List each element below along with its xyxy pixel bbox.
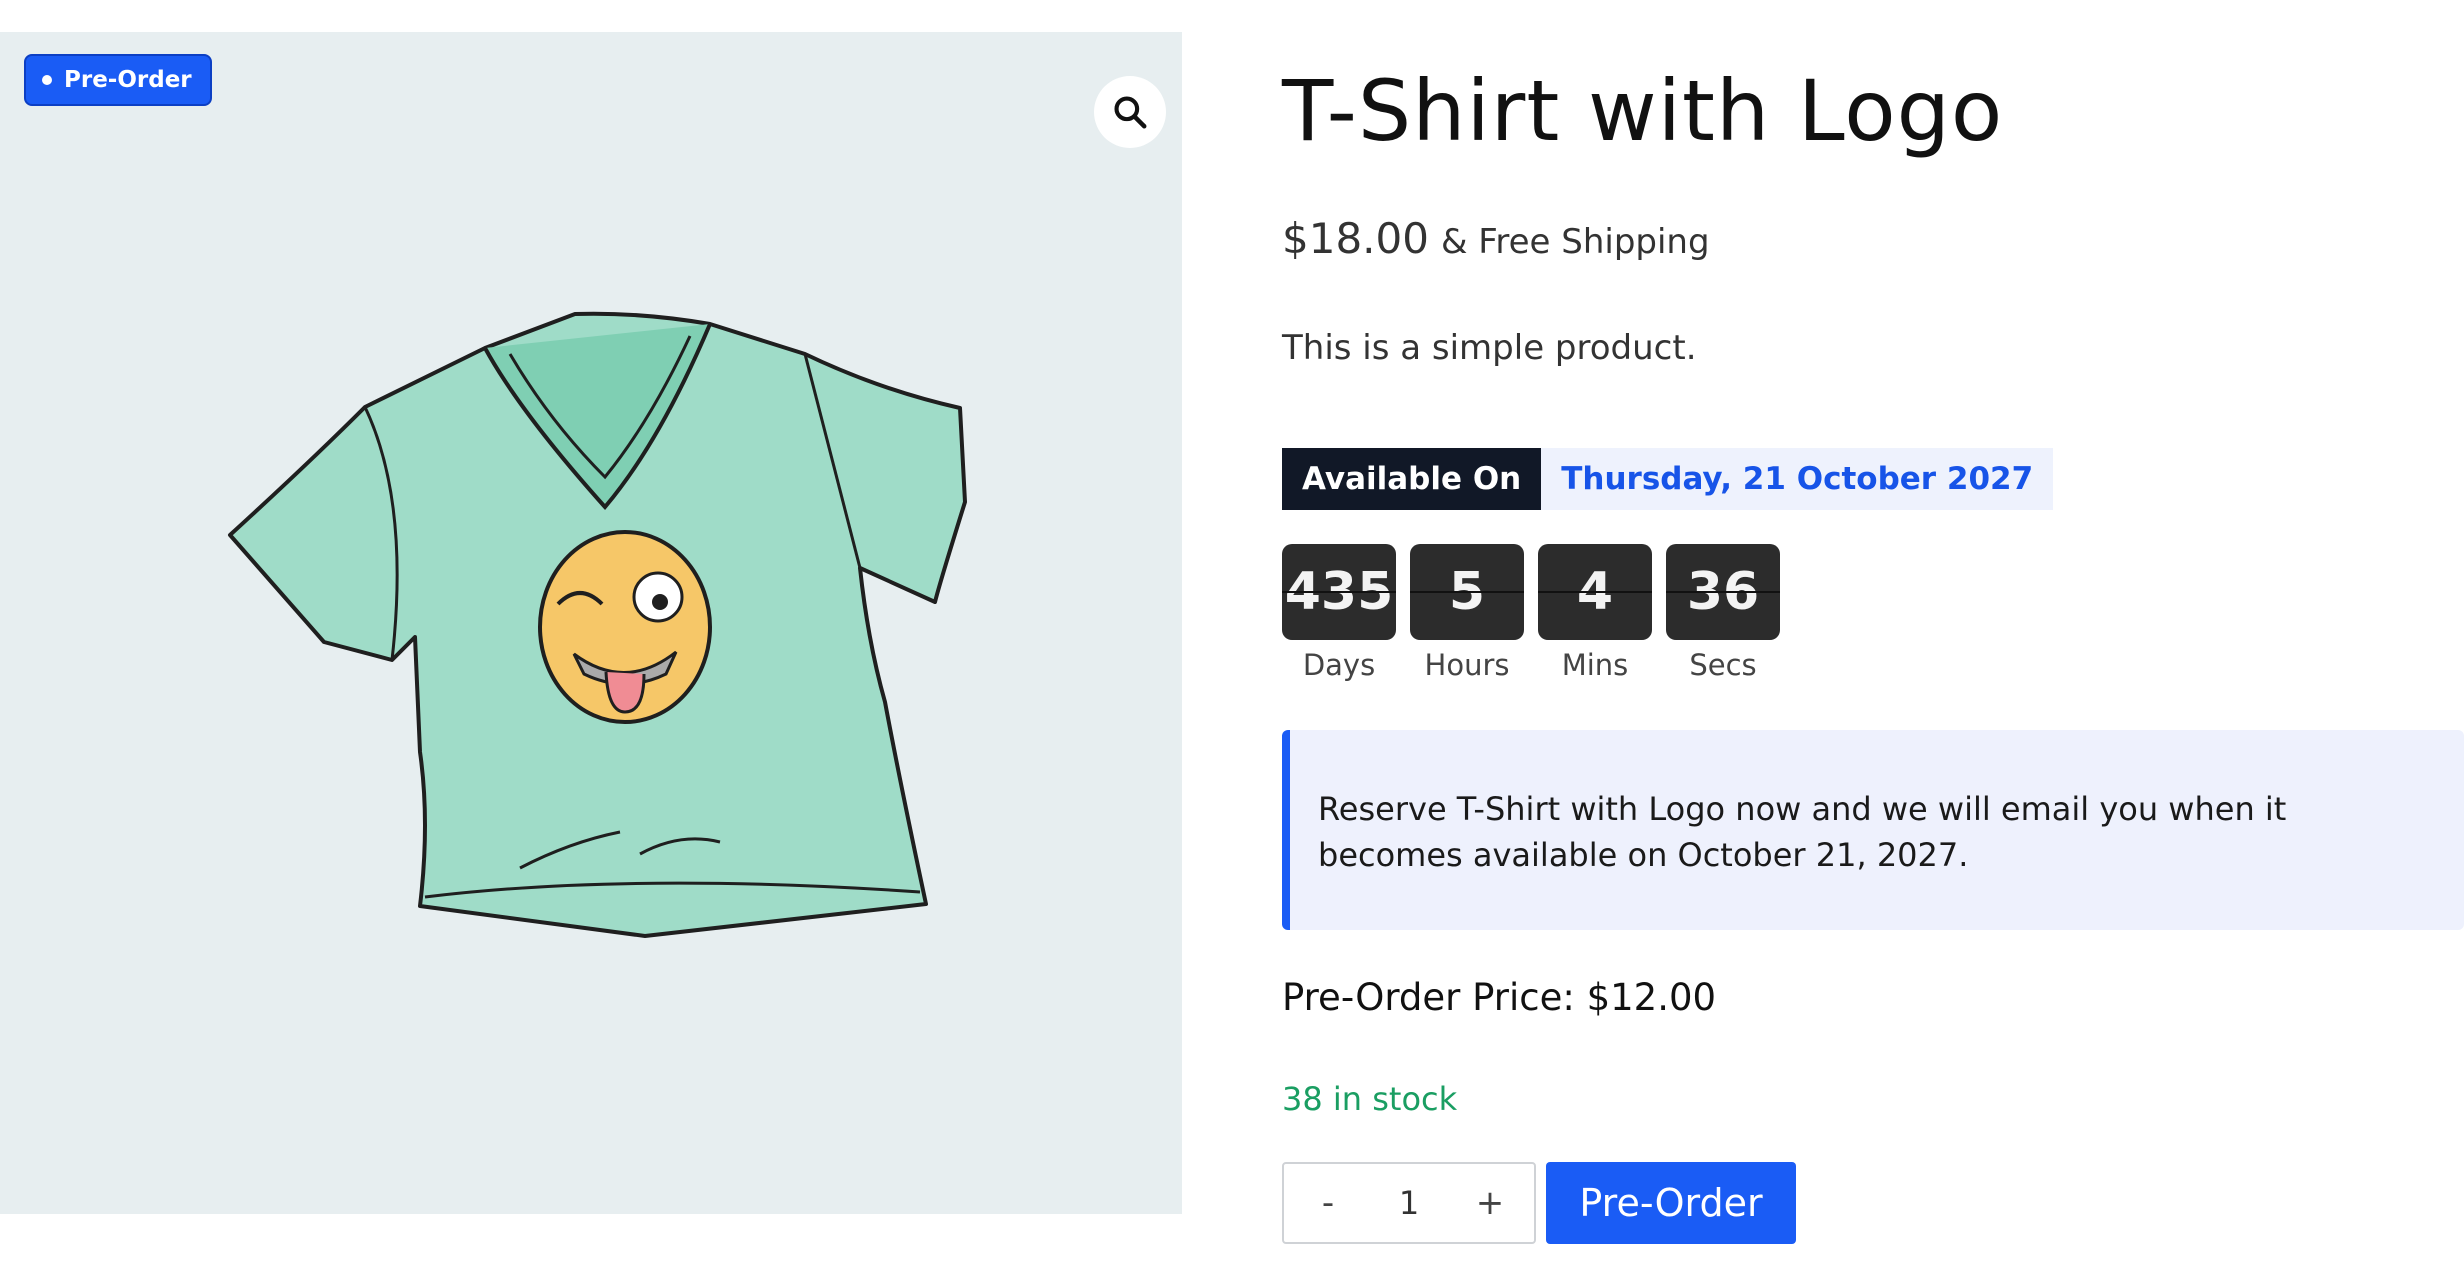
availability-date: Thursday, 21 October 2027 — [1541, 448, 2054, 510]
countdown-mins: 4 Mins — [1538, 544, 1652, 682]
product-description: This is a simple product. — [1282, 328, 1697, 368]
availability-banner: Available On Thursday, 21 October 2027 — [1282, 448, 2054, 510]
quantity-decrease-button[interactable]: - — [1308, 1183, 1348, 1223]
add-to-cart-form: - 1 + Pre-Order — [1282, 1162, 1796, 1244]
countdown-secs-value: 36 — [1666, 544, 1780, 640]
countdown-days-label: Days — [1302, 648, 1376, 682]
countdown-secs: 36 Secs — [1666, 544, 1780, 682]
product-price: $18.00 — [1282, 214, 1429, 263]
preorder-price: Pre-Order Price: $12.00 — [1282, 976, 1717, 1019]
product-image — [228, 311, 967, 938]
countdown-hours: 5 Hours — [1410, 544, 1524, 682]
product-gallery: Pre-Order — [0, 32, 1182, 1214]
countdown-days: 435 Days — [1282, 544, 1396, 682]
quantity-input[interactable]: 1 — [1379, 1184, 1439, 1222]
quantity-stepper: - 1 + — [1282, 1162, 1536, 1244]
price-row: $18.00 & Free Shipping — [1282, 214, 1710, 263]
countdown-mins-value: 4 — [1538, 544, 1652, 640]
preorder-button[interactable]: Pre-Order — [1546, 1162, 1796, 1244]
preorder-badge: Pre-Order — [24, 54, 212, 106]
countdown-secs-label: Secs — [1689, 648, 1757, 682]
product-title: T-Shirt with Logo — [1282, 62, 2004, 160]
countdown-timer: 435 Days 5 Hours 4 Mins 36 Secs — [1282, 544, 1780, 682]
countdown-mins-label: Mins — [1561, 648, 1629, 682]
availability-label: Available On — [1282, 448, 1542, 510]
countdown-hours-label: Hours — [1424, 648, 1510, 682]
badge-dot-icon — [42, 75, 52, 85]
quantity-increase-button[interactable]: + — [1470, 1183, 1510, 1223]
preorder-badge-label: Pre-Order — [64, 67, 192, 93]
search-icon — [1114, 96, 1147, 129]
shipping-note: & Free Shipping — [1440, 222, 1710, 262]
countdown-days-value: 435 — [1282, 544, 1396, 640]
countdown-hours-value: 5 — [1410, 544, 1524, 640]
stock-status: 38 in stock — [1282, 1080, 1458, 1118]
preorder-notice: Reserve T-Shirt with Logo now and we wil… — [1282, 730, 2464, 930]
zoom-button[interactable] — [1094, 76, 1166, 148]
